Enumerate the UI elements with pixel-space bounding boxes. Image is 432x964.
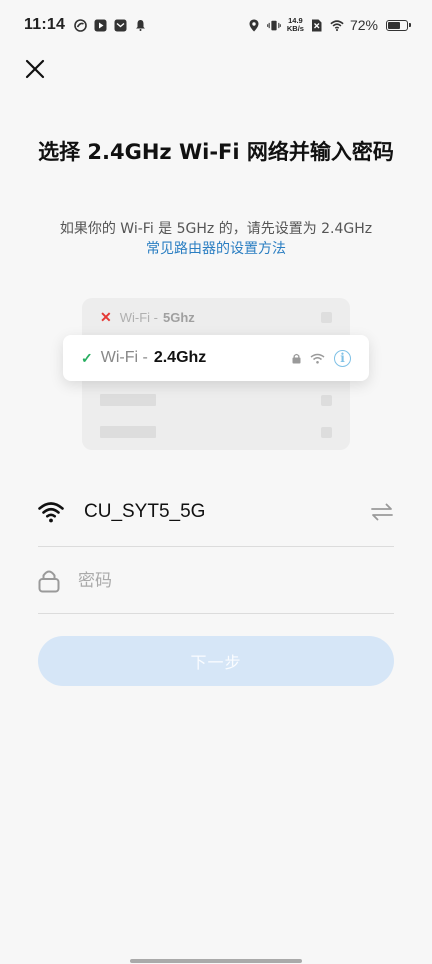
info-icon: i (334, 349, 351, 367)
illustration-24ghz-freq: 2.4Ghz (153, 349, 207, 366)
status-time: 11:14 (24, 16, 66, 33)
illustration-5ghz-prefix: Wi-Fi - (119, 309, 158, 325)
close-icon (25, 59, 45, 79)
illustration-row-24ghz: ✓ Wi-Fi - 2.4Ghz i (63, 335, 369, 381)
network-speed-unit: KB/s (286, 24, 304, 33)
illustration-placeholder-row (100, 394, 332, 406)
illustration-5ghz-freq: 5Ghz (163, 309, 195, 325)
illustration-placeholder-bar (100, 394, 156, 406)
app-notification-icon (73, 18, 87, 32)
next-button[interactable]: 下一步 (38, 636, 394, 686)
close-button[interactable] (20, 54, 50, 84)
illustration-placeholder-row (100, 426, 332, 438)
switch-network-button[interactable] (370, 503, 394, 521)
illustration-24ghz-prefix: Wi-Fi - (100, 349, 148, 366)
password-field (38, 548, 394, 614)
password-input[interactable] (76, 559, 394, 602)
router-settings-link[interactable]: 常见路由器的设置方法 (0, 239, 432, 259)
illustration-placeholder-box (321, 426, 332, 438)
status-left: 11:14 (24, 16, 147, 34)
no-sim-icon (310, 18, 324, 32)
page-subtitle: 如果你的 Wi-Fi 是 5GHz 的，请先设置为 2.4GHz (59, 221, 373, 237)
page-title: 选择 2.4GHz Wi-Fi 网络并输入密码 (38, 140, 394, 164)
network-speed: 14.9 KB/s (287, 17, 304, 33)
bell-notification-icon (133, 18, 147, 32)
home-indicator[interactable] (130, 959, 302, 963)
illustration-24ghz-icons: i (292, 349, 351, 367)
status-bar: 11:14 14.9 KB/s 72% (0, 0, 432, 50)
location-icon (247, 18, 261, 32)
play-notification-icon (93, 18, 107, 32)
wifi-small-icon (310, 353, 325, 364)
wifi-network-field[interactable]: CU_SYT5_5G (38, 478, 394, 547)
cross-icon: ✕ (100, 308, 112, 325)
check-icon: ✓ (81, 349, 93, 366)
illustration-placeholder-box (321, 311, 332, 323)
wifi-status-icon (330, 18, 344, 32)
status-right: 14.9 KB/s 72% (247, 17, 411, 33)
wifi-icon (38, 502, 64, 523)
illustration-placeholder-bar (100, 426, 156, 438)
wifi-ssid: CU_SYT5_5G (84, 501, 206, 522)
battery-level (388, 21, 400, 29)
illustration-row-5ghz: ✕ Wi-Fi - 5Ghz (100, 308, 332, 326)
lock-small-icon (292, 353, 301, 363)
lock-icon (38, 570, 60, 592)
battery-percentage: 72% (349, 17, 378, 33)
swap-icon (371, 503, 393, 521)
vibrate-icon (267, 18, 281, 32)
mail-notification-icon (113, 18, 127, 32)
illustration-placeholder-box (321, 394, 332, 406)
battery-icon (386, 19, 411, 31)
